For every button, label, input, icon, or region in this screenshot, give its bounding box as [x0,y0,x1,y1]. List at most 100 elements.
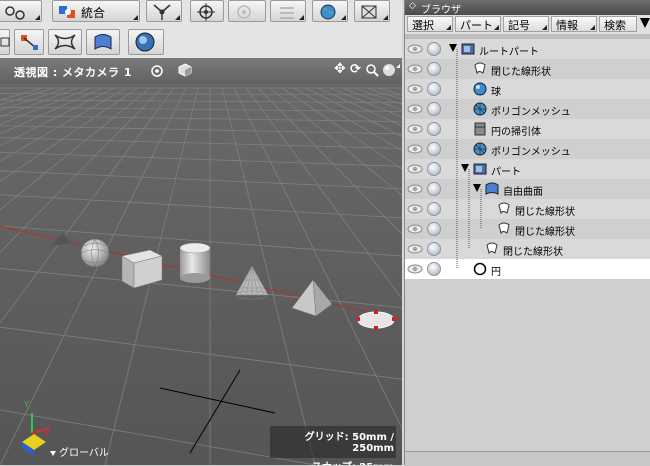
move-tool-button[interactable] [14,29,44,55]
tree-row[interactable]: ポリゴンメッシュ [405,139,650,159]
cylinder-object[interactable] [179,242,211,283]
panel-menu-arrow[interactable] [640,18,650,28]
menu-select[interactable]: 選択 [407,16,453,32]
link-icon [5,6,25,20]
pan-icon[interactable]: ✥ [334,61,346,77]
tree-item-label: 自由曲面 [503,187,543,198]
lock-toggle[interactable] [427,142,441,156]
lock-toggle[interactable] [427,162,441,176]
render-button[interactable] [354,0,390,22]
link-tool-button[interactable] [0,0,42,22]
closed-line-icon [474,62,486,75]
menu-part[interactable]: パート [455,16,501,32]
tree-row[interactable]: パート [405,159,650,179]
viewport-title[interactable]: 透視図 : メタカメラ 1 [14,64,132,80]
lock-toggle[interactable] [427,182,441,196]
menu-symbol-label: 記号 [508,19,530,32]
tree-item-label: 閉じた線形状 [503,247,563,258]
merge-button[interactable]: 統合 [52,0,140,22]
tree-item-label: 閉じた線形状 [515,207,575,218]
list-button[interactable] [270,0,306,22]
surface-tool-button[interactable] [86,29,120,55]
polygon-mesh-icon [473,102,487,116]
tree-row[interactable]: 閉じた線形状 [405,59,650,79]
menu-search-label: 検索 [604,19,626,32]
tree-row[interactable]: 閉じた線形状 [405,219,650,239]
deform-icon [54,34,76,50]
view-sphere-icon[interactable] [382,63,396,77]
tree-item-label: 球 [491,87,501,98]
tree-item-label: ポリゴンメッシュ [491,147,571,158]
target-icon [197,3,215,21]
visibility-eye-icon[interactable] [407,163,423,175]
menu-symbol[interactable]: 記号 [503,16,549,32]
lock-toggle[interactable] [427,262,441,276]
lock-toggle[interactable] [427,102,441,116]
lock-toggle[interactable] [427,122,441,136]
menu-search[interactable]: 検索 [599,16,637,32]
tree-row[interactable]: 自由曲面 [405,179,650,199]
sweep-icon [474,122,486,136]
tree-row[interactable]: 球 [405,79,650,99]
grid-label: グリッド: 50mm / 250mm [304,432,394,454]
tree-row[interactable]: ポリゴンメッシュ [405,99,650,119]
visibility-eye-icon[interactable] [407,103,423,115]
lock-toggle[interactable] [427,42,441,56]
visibility-eye-icon[interactable] [407,123,423,135]
lock-toggle[interactable] [427,222,441,236]
lock-toggle[interactable] [427,242,441,256]
closed-line-icon [498,202,510,215]
rotate-icon[interactable]: ⟳ [350,62,361,77]
scale-icon [0,37,10,47]
visibility-eye-icon[interactable] [407,243,423,255]
lock-toggle[interactable] [427,202,441,216]
closed-line-icon [486,242,498,255]
perspective-viewport[interactable]: 透視図 : メタカメラ 1 ✥ ⟳ グリッド: 50mm / 250mm スナッ… [0,58,402,465]
sphere-tool-icon [135,32,155,52]
lock-toggle[interactable] [427,62,441,76]
globe-button[interactable] [312,0,348,22]
deform-tool-button[interactable] [48,29,82,55]
visibility-eye-icon[interactable] [407,63,423,75]
lock-toggle[interactable] [427,82,441,96]
tree-row[interactable]: 閉じた線形状 [405,239,650,259]
menu-part-label: パート [460,19,493,32]
camera-target-icon[interactable] [150,64,164,78]
closed-line-icon [498,222,510,235]
browser-menubar: 選択 パート 記号 情報 検索 [405,15,650,34]
coord-system-selector[interactable]: グローバル [50,444,109,459]
tree-row[interactable]: ルートパート [405,39,650,59]
scene-canvas[interactable] [0,58,402,465]
viewport-menu-arrow[interactable] [396,64,400,68]
sphere-object[interactable] [80,238,110,268]
browser-panel: ◇ ブラウザ 選択 パート 記号 情報 検索 ルートパート 閉じた線形状球ポリゴン… [404,0,650,466]
browser-scroll-bottom[interactable] [405,451,650,466]
target-button[interactable] [190,0,224,22]
tree-row[interactable]: 円の掃引体 [405,119,650,139]
visibility-eye-icon[interactable] [407,203,423,215]
collapse-icon[interactable]: ◇ [409,1,416,11]
visibility-eye-icon[interactable] [407,43,423,55]
tree-item-label: 閉じた線形状 [491,67,551,78]
menu-info[interactable]: 情報 [551,16,597,32]
snap-button[interactable] [228,0,266,22]
sphere-tool-button[interactable] [128,29,164,55]
expand-arrow-icon[interactable] [461,164,469,172]
axis-x-label: X [44,430,50,439]
visibility-eye-icon[interactable] [407,183,423,195]
visibility-eye-icon[interactable] [407,223,423,235]
visibility-eye-icon[interactable] [407,263,423,275]
browser-titlebar[interactable]: ◇ ブラウザ [405,0,650,16]
expand-arrow-icon[interactable] [473,184,481,192]
display-mode-icon[interactable] [178,63,192,77]
axis-y-label: Y [24,400,29,409]
zoom-icon[interactable] [366,64,379,77]
expand-arrow-icon[interactable] [449,44,457,52]
scale-tool-button[interactable] [0,29,10,55]
node-tool-button[interactable] [146,0,182,22]
visibility-eye-icon[interactable] [407,83,423,95]
tree-row[interactable]: 円 [405,259,650,279]
visibility-eye-icon[interactable] [407,143,423,155]
tree-row[interactable]: 閉じた線形状 [405,199,650,219]
toolbar: 統合 [0,0,402,58]
